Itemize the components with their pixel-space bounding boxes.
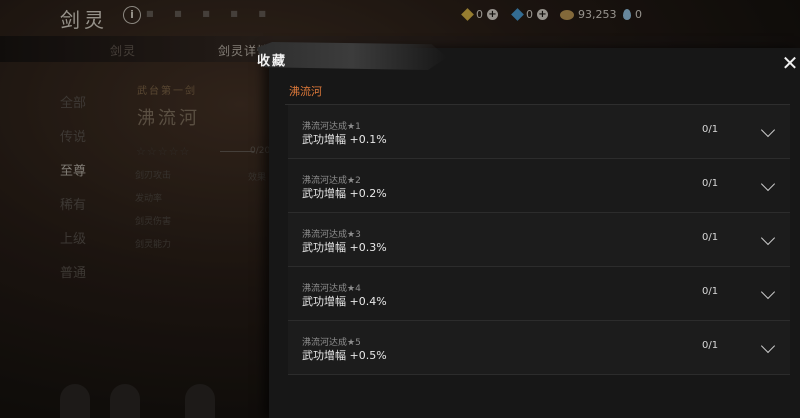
list-item[interactable]: 沸流河达成★5 武功增幅 +0.5% 0/1 (288, 321, 790, 375)
row-count: 0/1 (702, 232, 719, 243)
chevron-down-icon[interactable] (760, 338, 776, 354)
list-item[interactable]: 沸流河达成★3 武功增幅 +0.3% 0/1 (288, 213, 790, 267)
row-count: 0/1 (702, 340, 719, 351)
chevron-down-icon[interactable] (760, 284, 776, 300)
chevron-down-icon[interactable] (760, 122, 776, 138)
list-item[interactable]: 沸流河达成★1 武功增幅 +0.1% 0/1 (288, 105, 790, 159)
chevron-down-icon[interactable] (760, 230, 776, 246)
row-count: 0/1 (702, 124, 719, 135)
row-effect: 武功增幅 +0.3% (302, 241, 387, 254)
chevron-down-icon[interactable] (760, 176, 776, 192)
row-count: 0/1 (702, 178, 719, 189)
row-effect: 武功增幅 +0.1% (302, 133, 387, 146)
list-item[interactable]: 沸流河达成★2 武功增幅 +0.2% 0/1 (288, 159, 790, 213)
row-effect: 武功增幅 +0.5% (302, 349, 387, 362)
row-effect: 武功增幅 +0.2% (302, 187, 387, 200)
row-effect: 武功增幅 +0.4% (302, 295, 387, 308)
close-button[interactable]: ✕ (781, 53, 799, 73)
section-label: 沸流河 (289, 85, 322, 98)
panel-title: 收藏 (257, 54, 288, 69)
row-count: 0/1 (702, 286, 719, 297)
list-item[interactable]: 沸流河达成★4 武功增幅 +0.4% 0/1 (288, 267, 790, 321)
collection-list: 沸流河达成★1 武功增幅 +0.1% 0/1 沸流河达成★2 武功增幅 +0.2… (288, 105, 790, 375)
